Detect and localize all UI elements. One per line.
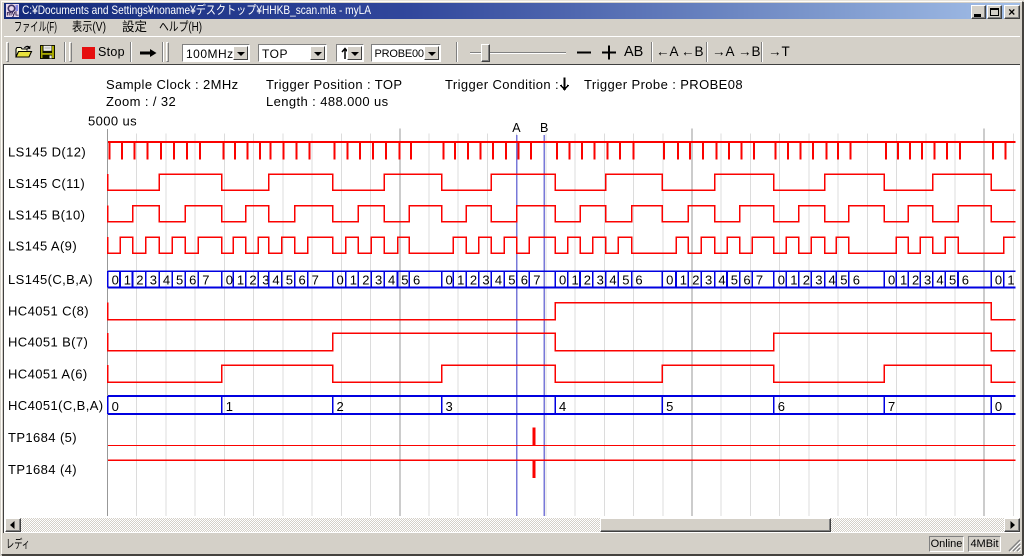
svg-text:0: 0 [446,273,453,288]
svg-text:5: 5 [176,273,183,288]
svg-text:6: 6 [743,273,750,288]
svg-text:7: 7 [756,273,763,288]
svg-text:3: 3 [705,273,712,288]
svg-text:0: 0 [559,273,566,288]
svg-text:6: 6 [778,399,785,414]
svg-text:Trigger Probe : PROBE08: Trigger Probe : PROBE08 [584,77,743,92]
svg-text:7: 7 [312,273,319,288]
svg-text:0: 0 [778,273,785,288]
svg-text:HC4051(C,B,A): HC4051(C,B,A) [8,398,104,413]
svg-text:4: 4 [609,273,616,288]
svg-text:3: 3 [446,399,453,414]
svg-text:5: 5 [949,273,956,288]
svg-text:1: 1 [350,273,357,288]
svg-text:Length : 488.000 us: Length : 488.000 us [266,94,389,109]
svg-text:4: 4 [272,273,279,288]
svg-text:LS145 A(9): LS145 A(9) [8,239,77,254]
svg-text:0: 0 [337,273,344,288]
svg-text:0: 0 [995,399,1002,414]
svg-text:6: 6 [853,273,860,288]
svg-text:Trigger Position : TOP: Trigger Position : TOP [266,77,402,92]
svg-text:HC4051 A(6): HC4051 A(6) [8,367,88,382]
svg-text:4: 4 [163,273,170,288]
svg-text:2: 2 [136,273,143,288]
svg-text:4: 4 [495,273,502,288]
svg-text:HC4051 B(7): HC4051 B(7) [8,335,88,350]
svg-text:2: 2 [249,273,256,288]
svg-text:5: 5 [286,273,293,288]
svg-text:4: 4 [388,273,395,288]
svg-text:4: 4 [559,399,566,414]
svg-text:LS145 B(10): LS145 B(10) [8,208,85,223]
svg-text:4: 4 [936,273,943,288]
svg-text:5: 5 [666,399,673,414]
svg-text:3: 3 [150,273,157,288]
svg-text:1: 1 [790,273,797,288]
svg-text:0: 0 [226,273,233,288]
svg-text:レディ: レディ [6,536,30,551]
svg-text:5000 us: 5000 us [88,114,137,129]
svg-text:6: 6 [299,273,306,288]
svg-text:2: 2 [912,273,919,288]
svg-text:5: 5 [731,273,738,288]
svg-text:4: 4 [829,273,836,288]
svg-text:1: 1 [124,273,131,288]
svg-text:6: 6 [521,273,528,288]
svg-text:LS145(C,B,A): LS145(C,B,A) [8,272,93,287]
svg-text:0: 0 [995,273,1002,288]
svg-text:Trigger Condition :: Trigger Condition : [445,77,559,92]
svg-text:3: 3 [375,273,382,288]
svg-text:1: 1 [457,273,464,288]
svg-text:HC4051 C(8): HC4051 C(8) [8,304,89,319]
svg-text:0: 0 [888,273,895,288]
svg-text:4: 4 [718,273,725,288]
svg-text:7: 7 [533,273,540,288]
svg-text:1: 1 [680,273,687,288]
svg-text:6: 6 [413,273,420,288]
svg-text:B: B [540,121,549,135]
svg-text:TP1684 (5): TP1684 (5) [8,430,77,445]
svg-text:LS145 C(11): LS145 C(11) [8,176,85,191]
svg-text:TP1684 (4): TP1684 (4) [8,462,77,477]
svg-text:6: 6 [189,273,196,288]
svg-text:1: 1 [1007,273,1014,288]
svg-text:0: 0 [666,273,673,288]
svg-text:A: A [512,121,521,135]
svg-text:7: 7 [202,273,209,288]
svg-text:1: 1 [900,273,907,288]
svg-text:1: 1 [237,273,244,288]
svg-text:0: 0 [112,273,119,288]
svg-text:2: 2 [692,273,699,288]
svg-text:2: 2 [362,273,369,288]
svg-text:5: 5 [622,273,629,288]
svg-text:3: 3 [482,273,489,288]
svg-text:2: 2 [337,399,344,414]
svg-text:1: 1 [572,273,579,288]
svg-text:Sample Clock : 2MHz: Sample Clock : 2MHz [106,77,239,92]
svg-text:LS145 D(12): LS145 D(12) [8,145,86,160]
svg-text:3: 3 [597,273,604,288]
svg-text:6: 6 [635,273,642,288]
svg-text:6: 6 [962,273,969,288]
svg-text:5: 5 [508,273,515,288]
svg-text:2: 2 [584,273,591,288]
svg-text:0: 0 [112,399,119,414]
svg-text:2: 2 [803,273,810,288]
svg-text:3: 3 [815,273,822,288]
svg-text:5: 5 [840,273,847,288]
svg-text:1: 1 [226,399,233,414]
svg-text:5: 5 [401,273,408,288]
svg-text:Zoom : / 32: Zoom : / 32 [106,94,176,109]
svg-text:3: 3 [924,273,931,288]
svg-text:7: 7 [888,399,895,414]
svg-text:2: 2 [470,273,477,288]
